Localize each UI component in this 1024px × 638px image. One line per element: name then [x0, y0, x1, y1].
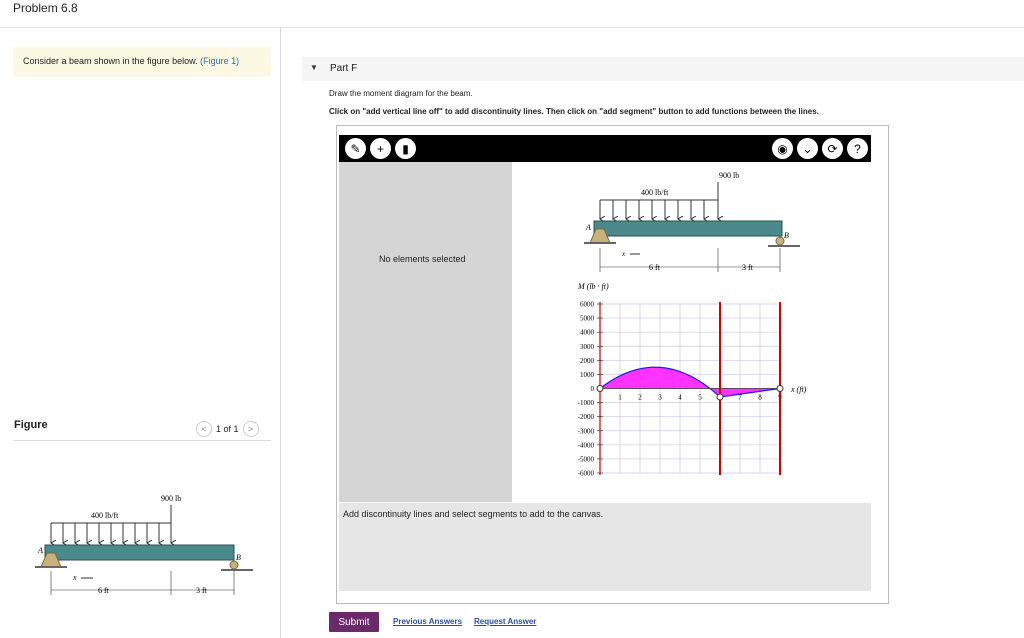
- point-load-label: 900 lb: [161, 494, 181, 503]
- status-message: Add discontinuity lines and select segme…: [343, 509, 604, 519]
- y-tick-label: -3000: [578, 427, 595, 435]
- y-tick-label: -6000: [578, 470, 595, 478]
- trash-icon[interactable]: ▮: [395, 138, 416, 159]
- canvas-distributed-load-label: 400 lb/ft: [641, 188, 669, 197]
- x-tick-label: 3: [658, 394, 662, 402]
- figure-pager: < 1 of 1 >: [196, 421, 259, 437]
- next-figure-icon[interactable]: >: [242, 421, 259, 437]
- y-tick-label: 3000: [580, 343, 595, 351]
- figure-link[interactable]: (Figure 1): [200, 56, 239, 66]
- axes: [597, 302, 780, 475]
- panel-divider: [280, 28, 281, 638]
- reset-icon[interactable]: ⟳: [822, 138, 843, 159]
- selection-status: No elements selected: [379, 254, 466, 264]
- properties-pane: No elements selected: [339, 162, 512, 502]
- distributed-load-label: 400 lb/ft: [91, 511, 119, 520]
- previous-answers-link[interactable]: Previous Answers: [393, 617, 462, 626]
- figure-label: Figure: [14, 419, 48, 431]
- top-divider: [0, 27, 1024, 28]
- tool-toolbar: ✎ + ▮ ◉ ⌄ ⟳ ?: [339, 135, 871, 162]
- canvas-support-b-label: B: [784, 231, 789, 240]
- part-title: Part F: [330, 63, 358, 74]
- y-tick-label: -2000: [578, 413, 595, 421]
- x-tick-label: 8: [758, 394, 762, 402]
- drawing-tool: ✎ + ▮ ◉ ⌄ ⟳ ? No elements selected 900 l…: [336, 125, 889, 604]
- y-tick-label: 5000: [580, 315, 595, 323]
- y-tick-label: 4000: [580, 329, 595, 337]
- problem-title: Problem 6.8: [13, 1, 78, 15]
- x-label: x: [72, 573, 77, 582]
- span2-label: 3 ft: [196, 586, 208, 595]
- segment-endpoint[interactable]: [596, 385, 604, 392]
- y-tick-label: 6000: [580, 301, 595, 309]
- collapse-caret-icon[interactable]: ▼: [310, 63, 318, 72]
- drawing-canvas[interactable]: 900 lb 400 lb/ft A B x 6 ft 3 ft M (lb ·…: [514, 164, 866, 502]
- prompt-text: Consider a beam shown in the figure belo…: [23, 56, 198, 66]
- y-tick-label: -1000: [578, 399, 595, 407]
- part-header[interactable]: ▼ Part F: [302, 57, 1024, 81]
- problem-prompt: Consider a beam shown in the figure belo…: [13, 47, 271, 77]
- y-tick-label: 0: [591, 385, 595, 393]
- span1-label: 6 ft: [98, 586, 110, 595]
- x-tick-label: 1: [618, 394, 622, 402]
- x-tick-label: 4: [678, 394, 682, 402]
- canvas-span2-label: 3 ft: [742, 263, 754, 272]
- x-tick-label: 5: [698, 394, 702, 402]
- submit-button[interactable]: Submit: [329, 612, 379, 632]
- moment-diagram-svg[interactable]: 900 lb 400 lb/ft A B x 6 ft 3 ft M (lb ·…: [514, 164, 866, 502]
- x-tick-label: 2: [638, 394, 642, 402]
- instruction-text: Draw the moment diagram for the beam.: [329, 89, 473, 98]
- canvas-x-label: x: [621, 250, 626, 258]
- segment-endpoint[interactable]: [776, 385, 784, 392]
- prev-figure-icon[interactable]: <: [196, 421, 212, 437]
- y-tick-label: 1000: [580, 371, 595, 379]
- dropdown-icon[interactable]: ⌄: [797, 138, 818, 159]
- request-answer-link[interactable]: Request Answer: [474, 617, 536, 626]
- y-axis-label: M (lb · ft): [577, 282, 609, 291]
- beam-figure: 900 lb 400 lb/ft A B x 6 ft 3 ft: [35, 494, 253, 595]
- figure-divider: [13, 440, 271, 441]
- canvas-support-a-label: A: [585, 223, 591, 232]
- feedback-pane: Add discontinuity lines and select segme…: [339, 503, 871, 591]
- pager-text: 1 of 1: [216, 424, 239, 434]
- add-icon[interactable]: +: [370, 138, 391, 159]
- canvas-point-load-label: 900 lb: [719, 171, 739, 180]
- y-tick-label: -5000: [578, 455, 595, 463]
- x-axis-label: x (ft): [790, 385, 807, 394]
- segment-endpoint[interactable]: [716, 393, 724, 401]
- y-tick-label: -4000: [578, 441, 595, 449]
- support-b-label: B: [236, 553, 241, 562]
- moment-area: [599, 366, 781, 398]
- y-tick-label: 2000: [580, 357, 595, 365]
- vertical-line-tool-icon[interactable]: ✎: [345, 138, 366, 159]
- canvas-span1-label: 6 ft: [649, 263, 661, 272]
- instruction-bold-text: Click on "add vertical line off" to add …: [329, 107, 819, 116]
- x-tick-label: 7: [738, 394, 742, 402]
- support-a-label: A: [37, 546, 43, 555]
- hint-icon[interactable]: ◉: [772, 138, 793, 159]
- help-icon[interactable]: ?: [847, 138, 868, 159]
